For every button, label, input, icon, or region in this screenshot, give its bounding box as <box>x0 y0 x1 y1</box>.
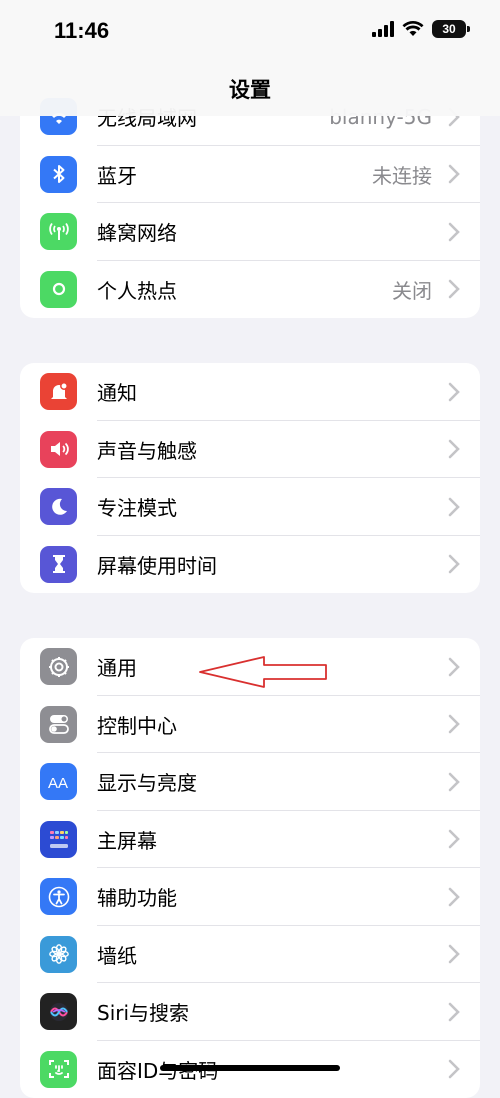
settings-row-label: 主屏幕 <box>97 825 157 854</box>
chevron-right-icon <box>448 1002 460 1022</box>
hotspot-icon <box>40 271 77 308</box>
bell-icon <box>40 373 77 410</box>
svg-text:AA: AA <box>48 775 68 792</box>
text-size-icon: AA <box>40 763 77 800</box>
chevron-right-icon <box>448 497 460 517</box>
chevron-right-icon <box>448 439 460 459</box>
settings-row-label: Siri与搜索 <box>97 997 189 1026</box>
chevron-right-icon <box>448 554 460 574</box>
settings-row-label: 通用 <box>97 652 137 681</box>
speaker-icon <box>40 431 77 468</box>
wifi-status-icon <box>402 21 424 37</box>
settings-row-wallpaper[interactable]: 墙纸 <box>20 926 480 984</box>
settings-row-screen-time[interactable]: 屏幕使用时间 <box>20 536 480 594</box>
settings-row-label: 屏幕使用时间 <box>97 550 217 579</box>
settings-row-focus[interactable]: 专注模式 <box>20 478 480 536</box>
chevron-right-icon <box>448 1059 460 1079</box>
settings-row-label: 控制中心 <box>97 710 177 739</box>
settings-row-control-center[interactable]: 控制中心 <box>20 696 480 754</box>
chevron-right-icon <box>448 714 460 734</box>
chevron-right-icon <box>448 887 460 907</box>
toggles-icon <box>40 706 77 743</box>
settings-row-accessibility[interactable]: 辅助功能 <box>20 868 480 926</box>
chevron-right-icon <box>448 279 460 299</box>
chevron-right-icon <box>448 382 460 402</box>
settings-row-label: 墙纸 <box>97 940 137 969</box>
chevron-right-icon <box>448 829 460 849</box>
accessibility-icon <box>40 878 77 915</box>
annotation-arrow-icon <box>196 654 332 690</box>
siri-icon <box>40 993 77 1030</box>
settings-row-cellular[interactable]: 蜂窝网络 <box>20 203 480 261</box>
settings-group-notifications: 通知 声音与触感 专注模式 屏幕使用时间 <box>20 363 480 593</box>
status-icons: 30 <box>372 20 466 38</box>
chevron-right-icon <box>448 772 460 792</box>
chevron-right-icon <box>448 164 460 184</box>
settings-group-connectivity: 无线局域网 blanny-5G 蓝牙 未连接 蜂窝网络 个人热点 关闭 <box>20 88 480 318</box>
status-time: 11:46 <box>54 18 109 44</box>
settings-row-hotspot[interactable]: 个人热点 关闭 <box>20 261 480 319</box>
settings-row-label: 专注模式 <box>97 492 177 521</box>
top-bar: 11:46 30 设置 <box>0 0 500 116</box>
antenna-icon <box>40 213 77 250</box>
cellular-signal-icon <box>372 21 394 37</box>
hourglass-icon <box>40 546 77 583</box>
settings-row-siri[interactable]: Siri与搜索 <box>20 983 480 1041</box>
chevron-right-icon <box>448 657 460 677</box>
flower-icon <box>40 936 77 973</box>
settings-row-home-screen[interactable]: 主屏幕 <box>20 811 480 869</box>
settings-row-value: 关闭 <box>392 275 432 304</box>
battery-level: 30 <box>442 22 455 36</box>
settings-row-label: 蜂窝网络 <box>97 217 177 246</box>
chevron-right-icon <box>448 222 460 242</box>
settings-group-general: 通用 控制中心 AA 显示与亮度 主屏幕 <box>20 638 480 1098</box>
settings-row-bluetooth[interactable]: 蓝牙 未连接 <box>20 146 480 204</box>
settings-row-label: 辅助功能 <box>97 882 177 911</box>
page-title: 设置 <box>0 74 500 104</box>
gear-icon <box>40 648 77 685</box>
settings-row-sounds[interactable]: 声音与触感 <box>20 421 480 479</box>
settings-row-label: 个人热点 <box>97 275 177 304</box>
settings-row-display[interactable]: AA 显示与亮度 <box>20 753 480 811</box>
home-grid-icon <box>40 821 77 858</box>
face-id-icon <box>40 1051 77 1088</box>
settings-row-label: 通知 <box>97 377 137 406</box>
settings-row-value: 未连接 <box>372 160 432 189</box>
battery-icon: 30 <box>432 20 466 38</box>
settings-row-notifications[interactable]: 通知 <box>20 363 480 421</box>
settings-row-label: 声音与触感 <box>97 435 197 464</box>
settings-row-label: 显示与亮度 <box>97 767 197 796</box>
home-indicator[interactable] <box>160 1065 340 1071</box>
chevron-right-icon <box>448 944 460 964</box>
bluetooth-icon <box>40 156 77 193</box>
moon-icon <box>40 488 77 525</box>
settings-row-label: 蓝牙 <box>97 160 137 189</box>
